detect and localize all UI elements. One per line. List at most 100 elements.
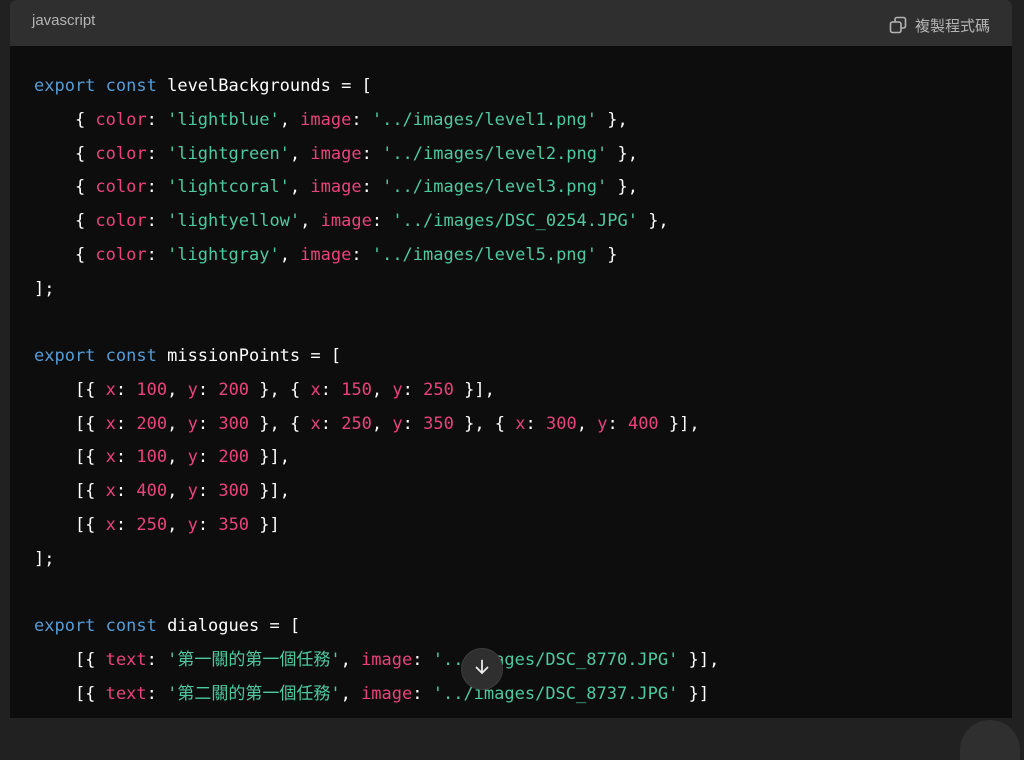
code-token: 300	[218, 481, 250, 501]
code-token: '../images/level1.png'	[371, 109, 598, 130]
code-token: 100	[136, 379, 168, 400]
code-token: 300	[546, 413, 577, 434]
code-token: :	[607, 413, 628, 434]
code-line: { color: 'lightcoral', image: '../images…	[34, 171, 719, 205]
code-token: :	[371, 211, 393, 231]
code-token: :	[146, 143, 168, 164]
code-line: [{ text: '第二關的第一個任務', image: '../images/…	[34, 678, 719, 712]
code-token: :	[361, 177, 383, 198]
code-token: 350	[423, 413, 454, 434]
code-token: color	[95, 177, 147, 198]
code-token: }],	[249, 447, 290, 468]
code-token: ,	[167, 447, 188, 468]
code-token: ,	[167, 481, 188, 501]
code-block: javascript 複製程式碼 export const levelBackg…	[10, 0, 1012, 718]
code-token: }],	[249, 481, 290, 501]
code-line: ];	[34, 543, 719, 577]
code-token: color	[95, 143, 147, 164]
code-token: :	[320, 413, 342, 434]
code-token: {	[34, 244, 96, 265]
code-line: { color: 'lightgreen', image: '../images…	[34, 138, 719, 172]
code-token: :	[361, 143, 383, 164]
code-token: }],	[678, 649, 720, 670]
code-token: }],	[658, 413, 700, 434]
code-token: ,	[167, 514, 188, 535]
code-token: [{	[34, 447, 106, 468]
code-token: :	[402, 413, 424, 434]
code-token: [{	[34, 683, 106, 704]
code-token: x	[105, 379, 116, 400]
code-token: :	[351, 109, 372, 130]
code-token: {	[34, 177, 96, 198]
scroll-to-bottom-button[interactable]	[461, 648, 503, 690]
code-token: 250	[136, 514, 168, 535]
code-token: [{	[34, 379, 106, 400]
copy-code-label: 複製程式碼	[914, 16, 990, 35]
code-token: }]	[249, 514, 280, 535]
code-token: [{	[34, 413, 106, 434]
code-token: ];	[34, 548, 55, 569]
code-token: 200	[218, 447, 250, 468]
code-token: y	[187, 514, 198, 535]
code-token: y	[597, 413, 608, 434]
code-token: :	[412, 649, 433, 670]
code-token: export	[34, 346, 96, 366]
code-token: image	[310, 177, 362, 198]
code-token: 150	[341, 379, 372, 400]
code-token: image	[361, 683, 413, 704]
code-token: ,	[371, 413, 393, 434]
code-token: '第一關的第一個任務'	[167, 649, 341, 670]
code-token: y	[187, 413, 198, 434]
code-token: ,	[300, 211, 321, 231]
code-token: image	[300, 109, 352, 130]
code-token: :	[146, 177, 168, 198]
code-line: { color: 'lightblue', image: '../images/…	[34, 104, 719, 138]
code-token: {	[34, 211, 96, 231]
code-token: color	[95, 109, 147, 130]
code-line: ];	[34, 273, 719, 307]
code-line: [{ x: 200, y: 300 }, { x: 250, y: 350 },…	[34, 408, 719, 442]
code-token: :	[412, 683, 433, 704]
code-token: }, {	[249, 379, 311, 400]
language-label: javascript	[32, 11, 96, 29]
code-token: :	[146, 649, 168, 670]
code-token: :	[320, 379, 342, 400]
code-line: { color: 'lightyellow', image: '../image…	[34, 205, 719, 239]
code-content[interactable]: export const levelBackgrounds = [ { colo…	[34, 70, 719, 711]
code-token: ,	[340, 683, 362, 704]
code-token: 400	[136, 481, 168, 501]
code-line: export const levelBackgrounds = [	[34, 70, 719, 104]
code-token: x	[105, 447, 116, 468]
copy-icon	[889, 16, 907, 34]
code-token: dialogues = [	[156, 616, 301, 636]
code-token: y	[187, 481, 198, 501]
code-token: :	[146, 683, 168, 704]
code-token: },	[597, 109, 628, 130]
code-token: 'lightgreen'	[167, 143, 290, 164]
code-token: '第二關的第一個任務'	[167, 683, 341, 704]
code-token: '../images/DSC_0254.JPG'	[392, 211, 638, 231]
code-token: export	[34, 616, 96, 636]
code-line: { color: 'lightgray', image: '../images/…	[34, 239, 719, 273]
code-token: :	[525, 413, 547, 434]
code-token: },	[607, 177, 638, 198]
copy-code-button[interactable]: 複製程式碼	[889, 15, 990, 36]
code-token: }	[597, 244, 618, 265]
code-token: :	[146, 244, 168, 265]
code-token: image	[310, 143, 362, 164]
code-token: [{	[34, 514, 106, 535]
code-token: 100	[136, 447, 168, 468]
code-token: x	[310, 379, 321, 400]
code-token: 400	[627, 413, 659, 434]
code-token: ,	[340, 649, 362, 670]
code-token: const	[105, 76, 157, 96]
code-token: const	[105, 616, 157, 636]
code-token: 250	[341, 413, 372, 434]
code-token: :	[402, 379, 424, 400]
code-line: export const missionPoints = [	[34, 340, 719, 374]
code-token: ,	[279, 244, 301, 265]
code-line: [{ x: 100, y: 200 }, { x: 150, y: 250 }]…	[34, 374, 719, 408]
code-token: :	[197, 514, 219, 535]
